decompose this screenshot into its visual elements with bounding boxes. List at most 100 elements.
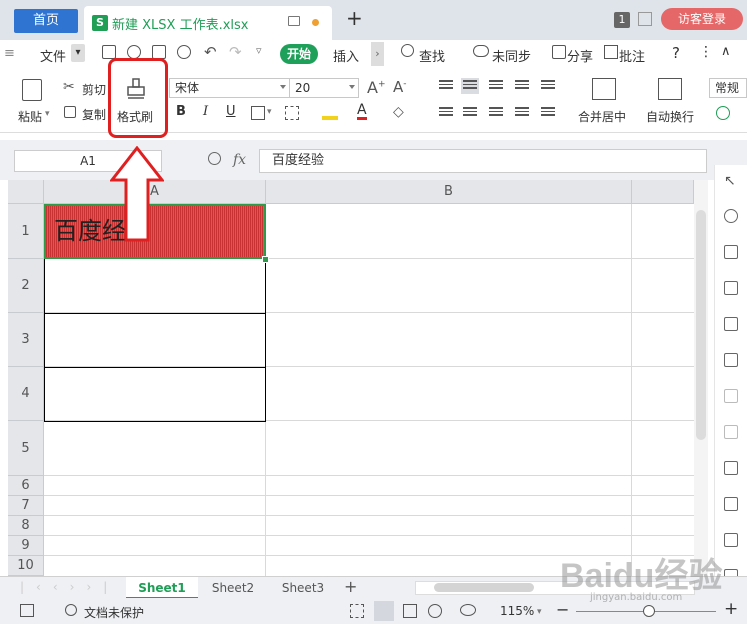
increase-font-icon[interactable]: A+ — [367, 78, 386, 97]
search-icon[interactable] — [401, 44, 414, 57]
add-sheet-button[interactable]: + — [344, 577, 357, 596]
align-top-icon[interactable] — [439, 80, 453, 92]
distributed-icon[interactable] — [541, 107, 555, 119]
font-name-select[interactable]: 宋体 — [169, 78, 290, 98]
fx-icon[interactable]: fx — [233, 152, 246, 168]
select-all-corner[interactable] — [8, 180, 44, 204]
protection-icon[interactable] — [65, 604, 77, 616]
fill-color-icon[interactable] — [322, 106, 338, 120]
align-center-icon[interactable] — [463, 107, 477, 119]
comment-button[interactable]: 批注 — [619, 46, 645, 65]
row-header[interactable]: 4 — [8, 367, 44, 421]
style-icon[interactable] — [724, 245, 738, 259]
shapes-icon[interactable] — [724, 209, 738, 223]
page-break-icon[interactable] — [403, 604, 417, 618]
home-tab[interactable]: 首页 — [14, 9, 78, 33]
copy-button[interactable]: 复制 — [82, 106, 106, 123]
paste-button[interactable]: 粘贴 — [18, 108, 42, 125]
properties-icon[interactable] — [724, 389, 738, 403]
justify-icon[interactable] — [515, 107, 529, 119]
eye-protection-icon[interactable] — [460, 604, 476, 616]
comment-icon[interactable] — [604, 45, 618, 59]
zoom-slider-handle[interactable] — [643, 605, 655, 617]
scrollbar-thumb[interactable] — [434, 583, 534, 592]
macro-icon[interactable] — [20, 604, 34, 617]
redo-icon[interactable]: ↷ — [229, 43, 242, 61]
wrap-text-button[interactable]: 自动换行 — [646, 108, 694, 125]
monitor-icon[interactable] — [288, 16, 300, 26]
zoom-level[interactable]: 115% — [500, 604, 534, 618]
scissors-icon[interactable]: ✂ — [63, 79, 75, 95]
zoom-in-button[interactable]: + — [724, 599, 738, 619]
zoom-icon[interactable] — [208, 152, 221, 165]
normal-view-icon[interactable] — [374, 601, 394, 621]
sheet-tab-sheet1[interactable]: Sheet1 — [126, 577, 198, 599]
search-button[interactable]: 查找 — [419, 46, 445, 65]
backup-icon[interactable] — [724, 461, 738, 475]
align-left-icon[interactable] — [439, 107, 453, 119]
more-icon[interactable]: ⋮ — [699, 44, 713, 60]
undo-icon[interactable]: ↶ — [204, 43, 217, 61]
sheet-nav-icon[interactable]: |‹‹››| — [20, 580, 119, 594]
document-tab[interactable]: S 新建 XLSX 工作表.xlsx — [84, 6, 332, 40]
decrease-font-icon[interactable]: A- — [393, 78, 407, 96]
chevron-down-icon[interactable]: ▾ — [267, 107, 272, 117]
column-header[interactable]: B — [266, 180, 632, 204]
column-header[interactable] — [632, 180, 694, 204]
scrollbar-thumb[interactable] — [696, 210, 706, 440]
window-count-badge[interactable]: 1 — [614, 12, 630, 28]
cloud-icon[interactable] — [473, 45, 489, 57]
vertical-scrollbar[interactable] — [694, 180, 708, 576]
indent-decrease-icon[interactable] — [515, 80, 529, 92]
paste-dropdown-icon[interactable]: ▾ — [45, 109, 50, 119]
row-header[interactable]: 1 — [8, 204, 44, 259]
align-bottom-icon[interactable] — [489, 80, 503, 92]
italic-button[interactable]: I — [203, 104, 208, 119]
share-panel-icon[interactable] — [724, 425, 738, 439]
tab-insert[interactable]: 插入 — [333, 46, 359, 65]
row-header[interactable]: 5 — [8, 421, 44, 476]
ribbon-scroll-right-icon[interactable]: › — [371, 42, 384, 66]
row-header[interactable]: 6 — [8, 476, 44, 496]
table-icon[interactable] — [724, 281, 738, 295]
row-header[interactable]: 3 — [8, 313, 44, 367]
formula-input[interactable]: 百度经验 — [259, 149, 707, 173]
fullscreen-icon[interactable] — [350, 604, 364, 618]
unsaved-dot-icon[interactable] — [312, 19, 319, 26]
fill-handle[interactable] — [262, 256, 269, 263]
chevron-down-icon[interactable]: ▾ — [71, 44, 85, 62]
row-header[interactable]: 9 — [8, 536, 44, 556]
eraser-icon[interactable]: ◇ — [393, 104, 404, 120]
share-button[interactable]: 分享 — [567, 46, 593, 65]
bold-button[interactable]: B — [176, 104, 186, 119]
collapse-ribbon-icon[interactable]: ∧ — [721, 44, 731, 59]
align-right-icon[interactable] — [489, 107, 503, 119]
bordered-cell[interactable] — [44, 368, 266, 422]
row-header[interactable]: 7 — [8, 496, 44, 516]
row-header[interactable]: 10 — [8, 556, 44, 576]
file-menu[interactable]: 文件 — [40, 46, 66, 65]
cell-style-icon[interactable] — [285, 106, 299, 120]
bordered-cell[interactable] — [44, 259, 266, 314]
merge-center-icon[interactable] — [592, 78, 616, 100]
layout-icon[interactable] — [638, 12, 652, 26]
hamburger-menu-icon[interactable]: ≡ — [4, 46, 15, 61]
cursor-icon[interactable]: ↖ — [724, 173, 736, 189]
reading-view-icon[interactable] — [428, 604, 442, 618]
underline-button[interactable]: U — [226, 104, 236, 119]
currency-icon[interactable] — [716, 106, 730, 120]
font-size-select[interactable]: 20 — [289, 78, 359, 98]
print-icon[interactable] — [152, 45, 166, 59]
zoom-out-button[interactable]: − — [556, 600, 569, 619]
grid-view-icon[interactable] — [724, 317, 738, 331]
wrap-text-icon[interactable] — [658, 78, 682, 100]
paste-icon[interactable] — [22, 79, 42, 101]
indent-increase-icon[interactable] — [541, 80, 555, 92]
chart-icon[interactable] — [724, 353, 738, 367]
align-middle-icon[interactable] — [461, 78, 479, 94]
sheet-tab-sheet3[interactable]: Sheet3 — [268, 577, 338, 599]
print-panel-icon[interactable] — [724, 533, 738, 547]
help-button[interactable]: ? — [672, 44, 680, 62]
sync-status[interactable]: 未同步 — [492, 46, 531, 65]
cut-button[interactable]: 剪切 — [82, 81, 106, 98]
